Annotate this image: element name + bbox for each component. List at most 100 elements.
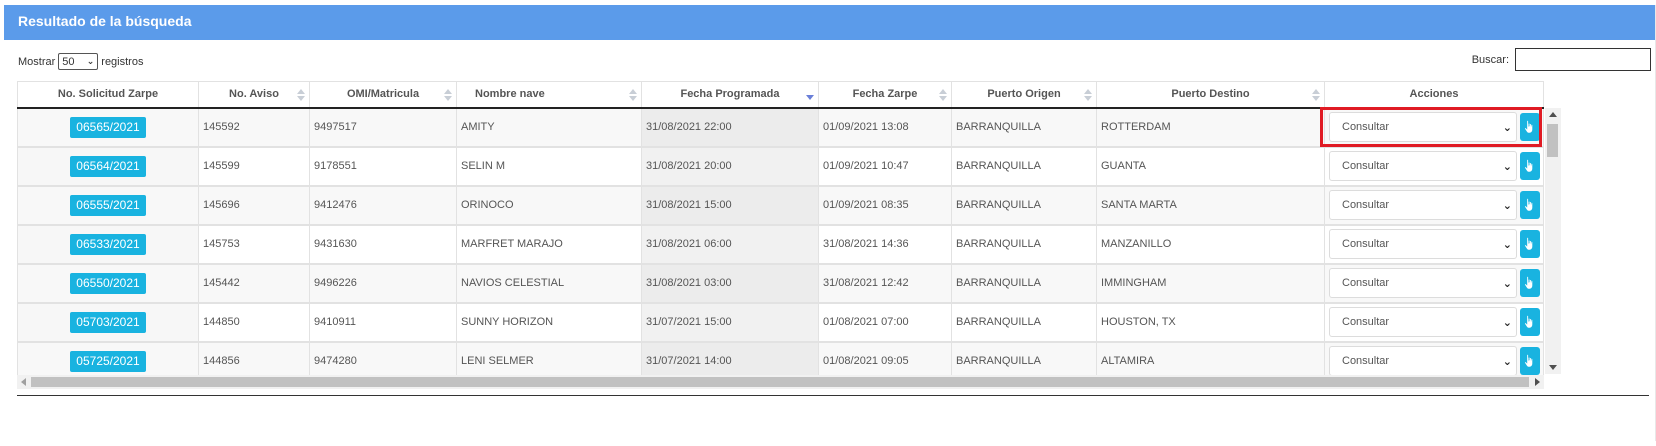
hand-pointer-icon[interactable] [1520, 113, 1540, 141]
origen-cell: BARRANQUILLA [951, 145, 1097, 186]
destino-cell: IMMINGHAM [1096, 262, 1325, 303]
column-header-omi[interactable]: OMI/Matricula [309, 81, 457, 109]
vertical-scrollbar[interactable] [1545, 108, 1561, 374]
hand-pointer-icon[interactable] [1520, 230, 1540, 258]
scroll-left-icon[interactable] [21, 378, 26, 386]
page-length-select[interactable]: 50 ⌄ [58, 53, 99, 70]
action-select[interactable]: Consultar ⌄ [1329, 229, 1517, 259]
zarpe-cell: 01/09/2021 08:35 [818, 184, 952, 225]
chevron-down-icon: ⌄ [1502, 355, 1512, 368]
column-header-aviso[interactable]: No. Aviso [198, 81, 310, 109]
nave-cell: SELIN M [456, 145, 642, 186]
action-select[interactable]: Consultar ⌄ [1329, 268, 1517, 298]
actions-cell: Consultar ⌄ [1324, 223, 1544, 264]
hand-pointer-icon[interactable] [1520, 308, 1540, 336]
hand-pointer-icon[interactable] [1520, 347, 1540, 376]
sort-icon [1084, 89, 1092, 101]
zarpe-cell: 01/09/2021 10:47 [818, 145, 952, 186]
solicitud-badge[interactable]: 06533/2021 [70, 233, 146, 255]
aviso-cell: 145696 [198, 184, 310, 225]
actions-cell: Consultar ⌄ [1324, 106, 1544, 147]
scroll-down-icon[interactable] [1549, 365, 1557, 370]
hand-pointer-icon[interactable] [1520, 269, 1540, 297]
programada-cell: 31/08/2021 20:00 [641, 145, 819, 186]
length-prefix-label: Mostrar [18, 55, 56, 68]
page-length-control: Mostrar 50 ⌄ registros [18, 53, 143, 70]
destino-cell: SANTA MARTA [1096, 184, 1325, 225]
action-select-value: Consultar [1342, 199, 1390, 211]
actions-cell: Consultar ⌄ [1324, 262, 1544, 303]
actions-cell: Consultar ⌄ [1324, 184, 1544, 225]
column-header-zarpe[interactable]: Fecha Zarpe [818, 81, 952, 109]
panel-title: Resultado de la búsqueda [4, 5, 1655, 40]
horizontal-scrollbar[interactable] [17, 375, 1544, 389]
actions-cell: Consultar ⌄ [1324, 301, 1544, 342]
search-input[interactable] [1515, 48, 1651, 71]
hand-pointer-icon[interactable] [1520, 152, 1540, 180]
destino-cell: GUANTA [1096, 145, 1325, 186]
omi-cell: 9410911 [309, 301, 457, 342]
chevron-down-icon: ⌄ [1502, 238, 1512, 251]
destino-cell: HOUSTON, TX [1096, 301, 1325, 342]
solicitud-badge[interactable]: 06555/2021 [70, 194, 146, 216]
omi-cell: 9496226 [309, 262, 457, 303]
results-table: No. Solicitud Zarpe No. Aviso OMI/Matric… [17, 81, 1544, 381]
nave-cell: NAVIOS CELESTIAL [456, 262, 642, 303]
solicitud-cell: 05703/2021 [17, 301, 199, 342]
column-header-nave[interactable]: Nombre nave [456, 81, 642, 109]
chevron-down-icon: ⌄ [1502, 199, 1512, 212]
action-select[interactable]: Consultar ⌄ [1329, 307, 1517, 337]
action-select[interactable]: Consultar ⌄ [1329, 190, 1517, 220]
programada-cell: 31/08/2021 22:00 [641, 106, 819, 147]
action-select[interactable]: Consultar ⌄ [1329, 346, 1517, 377]
origen-cell: BARRANQUILLA [951, 301, 1097, 342]
chevron-down-icon: ⌄ [86, 56, 95, 66]
solicitud-badge[interactable]: 06564/2021 [70, 155, 146, 177]
column-header-programada[interactable]: Fecha Programada [641, 81, 819, 109]
scroll-thumb[interactable] [31, 377, 1529, 387]
table-header-row: No. Solicitud Zarpe No. Aviso OMI/Matric… [17, 81, 1544, 109]
chevron-down-icon: ⌄ [1502, 121, 1512, 134]
origen-cell: BARRANQUILLA [951, 223, 1097, 264]
aviso-cell: 145599 [198, 145, 310, 186]
column-header-origen[interactable]: Puerto Origen [951, 81, 1097, 109]
nave-cell: ORINOCO [456, 184, 642, 225]
nave-cell: AMITY [456, 106, 642, 147]
search-label: Buscar: [1471, 53, 1509, 66]
column-header-destino[interactable]: Puerto Destino [1096, 81, 1325, 109]
origen-cell: BARRANQUILLA [951, 106, 1097, 147]
action-select[interactable]: Consultar ⌄ [1329, 112, 1517, 142]
programada-cell: 31/07/2021 15:00 [641, 301, 819, 342]
origen-cell: BARRANQUILLA [951, 184, 1097, 225]
actions-cell: Consultar ⌄ [1324, 145, 1544, 186]
sort-icon [1312, 89, 1320, 101]
solicitud-badge[interactable]: 05703/2021 [70, 311, 146, 333]
chevron-down-icon: ⌄ [1502, 277, 1512, 290]
action-select[interactable]: Consultar ⌄ [1329, 151, 1517, 181]
omi-cell: 9431630 [309, 223, 457, 264]
column-header-solicitud[interactable]: No. Solicitud Zarpe [17, 81, 199, 109]
scroll-up-icon[interactable] [1549, 112, 1557, 117]
chevron-down-icon: ⌄ [1502, 160, 1512, 173]
solicitud-badge[interactable]: 06550/2021 [70, 272, 146, 294]
page-length-value: 50 [62, 55, 75, 68]
action-select-value: Consultar [1342, 160, 1390, 172]
scroll-thumb[interactable] [1547, 124, 1558, 157]
scroll-right-icon[interactable] [1535, 378, 1540, 386]
programada-cell: 31/08/2021 06:00 [641, 223, 819, 264]
hand-pointer-icon[interactable] [1520, 191, 1540, 219]
solicitud-badge[interactable]: 06565/2021 [70, 116, 146, 138]
action-select-value: Consultar [1342, 355, 1390, 368]
action-select-value: Consultar [1342, 316, 1390, 328]
nave-cell: SUNNY HORIZON [456, 301, 642, 342]
sort-icon [297, 89, 305, 101]
zarpe-cell: 31/08/2021 12:42 [818, 262, 952, 303]
table-row: 05703/2021 144850 9410911 SUNNY HORIZON 31/0… [17, 301, 1544, 342]
nave-cell: MARFRET MARAJO [456, 223, 642, 264]
table-body: 06565/2021 145592 9497517 AMITY 31/08/2021 2… [17, 106, 1544, 381]
sort-icon [629, 89, 637, 101]
table-controls: Mostrar 50 ⌄ registros Buscar: [4, 40, 1655, 78]
solicitud-badge[interactable]: 05725/2021 [70, 350, 146, 372]
results-table-container: No. Solicitud Zarpe No. Aviso OMI/Matric… [17, 81, 1649, 396]
length-suffix-label: registros [101, 55, 144, 68]
